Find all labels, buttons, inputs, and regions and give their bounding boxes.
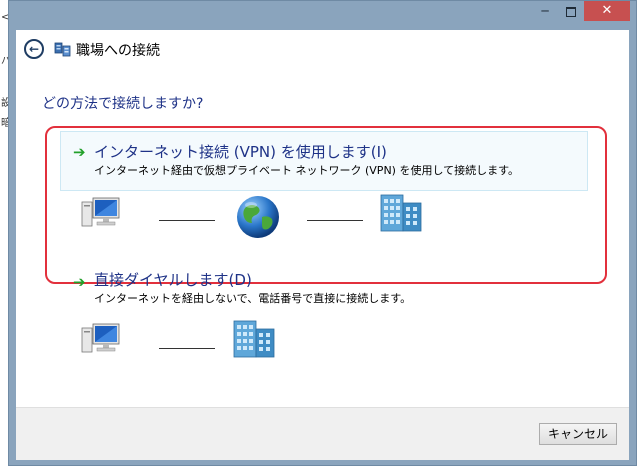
page-title: 職場への接続: [76, 43, 160, 59]
dialog-content: ← 職場への接続 どの方法で接続しますか? ➔ インターネット接続 (VPN) …: [16, 30, 629, 460]
dialup-option-description: インターネットを経由しないで、電話番号で直接に接続します。: [94, 292, 412, 305]
maximize-button[interactable]: [558, 1, 584, 21]
dialup-option-title[interactable]: 直接ダイヤルします(D): [94, 269, 252, 290]
globe-icon: [237, 196, 279, 238]
connection-line: [159, 220, 215, 221]
connection-line: [307, 220, 363, 221]
close-button[interactable]: ✕: [584, 1, 630, 21]
cancel-button[interactable]: キャンセル: [539, 423, 617, 445]
vpn-option-description: インターネット経由で仮想プライベート ネットワーク (VPN) を使用して接続し…: [94, 164, 520, 177]
title-bar[interactable]: ─ ✕: [9, 1, 636, 27]
minimize-icon: ─: [541, 4, 549, 18]
connect-to-workplace-dialog: ─ ✕ ← 職場への接続 どの方法で接続しますか? ➔ インターネット接続 (V…: [8, 0, 637, 466]
office-building-icon: [233, 320, 275, 358]
office-building-icon: [380, 194, 422, 232]
green-arrow-icon: ➔: [73, 143, 86, 161]
green-arrow-icon: ➔: [73, 273, 86, 291]
close-icon: ✕: [601, 3, 613, 18]
dialog-footer: キャンセル: [16, 407, 629, 460]
back-button[interactable]: ←: [24, 39, 44, 59]
connection-line: [159, 348, 215, 349]
computer-icon: [81, 323, 120, 353]
network-connection-icon: [54, 42, 71, 57]
back-arrow-icon: ←: [28, 42, 40, 56]
maximize-icon: [566, 6, 576, 17]
vpn-option-title[interactable]: インターネット接続 (VPN) を使用します(I): [94, 141, 387, 162]
navigation-bar: ← 職場への接続: [16, 30, 629, 66]
question-heading: どの方法で接続しますか?: [42, 96, 204, 112]
minimize-button[interactable]: ─: [532, 1, 558, 21]
computer-icon: [81, 197, 120, 227]
